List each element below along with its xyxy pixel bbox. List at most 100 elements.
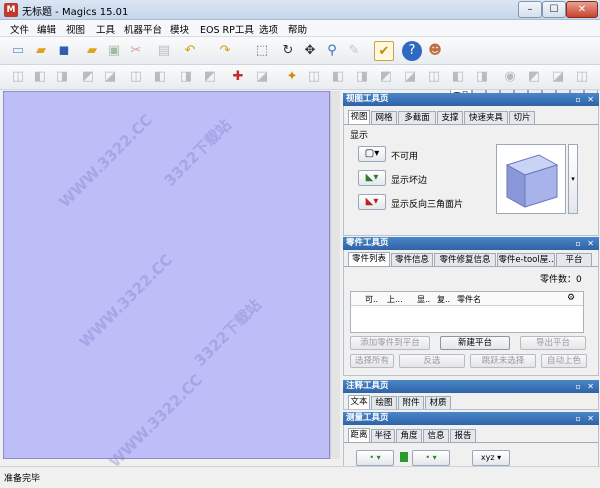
close-button[interactable]: ✕ (566, 1, 598, 18)
tool-slice-icon[interactable]: ◨ (472, 67, 492, 87)
point-mode-button-2[interactable]: • ▾ (412, 450, 450, 466)
menu-eos-rp-tools[interactable]: EOS RP工具 (200, 22, 254, 36)
column-part-name[interactable]: 零件名 (457, 294, 481, 305)
view-cube-dropdown[interactable]: ▾ (568, 144, 578, 214)
tab-attachment[interactable]: 附件 (398, 396, 424, 409)
table-settings-icon[interactable]: ⚙ (567, 293, 575, 303)
tool-split-icon[interactable]: ◪ (100, 67, 120, 87)
menu-options[interactable]: 选项 (259, 22, 278, 36)
tab-multi-section[interactable]: 多截面 (398, 111, 436, 124)
redo-icon[interactable]: ↷ (215, 41, 235, 61)
tab-quick-fixture[interactable]: 快速夹具 (464, 111, 508, 124)
menu-edit[interactable]: 编辑 (37, 22, 56, 36)
panel-pin-icon[interactable]: ▫ ✕ (575, 237, 596, 250)
tab-support[interactable]: 支撑 (437, 111, 463, 124)
tool-color-icon[interactable]: ◪ (548, 67, 568, 87)
tab-part-info[interactable]: 零件信息 (391, 253, 433, 266)
save-icon[interactable]: ◼ (54, 41, 74, 61)
tool-offset-icon[interactable]: ◧ (150, 67, 170, 87)
tool-hollow-icon[interactable]: ◫ (126, 67, 146, 87)
invert-selection-button[interactable]: 反选 (399, 354, 465, 368)
column-copy[interactable]: 复.. (437, 294, 450, 305)
zoom-icon[interactable]: ⚲ (322, 41, 342, 61)
tool-mirror-icon[interactable]: ◨ (176, 67, 196, 87)
tool-support-icon[interactable]: ◧ (448, 67, 468, 87)
rotate-icon[interactable]: ↻ (278, 41, 298, 61)
menu-modules[interactable]: 模块 (170, 22, 189, 36)
menu-machine-platform[interactable]: 机器平台 (124, 22, 162, 36)
tool-cut-icon[interactable]: ◩ (78, 67, 98, 87)
tab-part-list[interactable]: 零件列表 (348, 252, 390, 266)
inverted-triangle-icon[interactable]: ◣▾ (358, 194, 386, 210)
tab-info[interactable]: 信息 (423, 429, 449, 442)
3d-viewport[interactable]: WWW.3322.CC 3322下载站 WWW.3322.CC 3322下载站 … (3, 91, 330, 471)
tool-export-icon[interactable]: ◫ (572, 67, 592, 87)
panel-pin-icon[interactable]: ▫ ✕ (575, 412, 596, 425)
move-icon[interactable]: ✥ (300, 41, 320, 61)
new-icon[interactable]: ▭ (8, 41, 28, 61)
tab-platform[interactable]: 平台 (556, 253, 592, 266)
panel-pin-icon[interactable]: ▫ ✕ (575, 93, 596, 106)
xyz-mode-button[interactable]: xyz ▾ (472, 450, 510, 466)
tool-wizard-icon[interactable]: ✦ (282, 67, 302, 87)
column-color[interactable]: 上... (387, 294, 403, 305)
tab-radius[interactable]: 半径 (371, 429, 395, 442)
select-all-button[interactable]: 选择所有 (350, 354, 394, 368)
undo-icon[interactable]: ↶ (180, 41, 200, 61)
auto-color-button[interactable]: 自动上色 (541, 354, 587, 368)
skip-unselected-button[interactable]: 跳跃未选择 (470, 354, 536, 368)
view-cube[interactable] (496, 144, 566, 214)
menu-help[interactable]: 帮助 (288, 22, 307, 36)
maximize-button[interactable]: ☐ (542, 1, 566, 18)
tool-sphere-icon[interactable]: ◉ (500, 67, 520, 87)
minimize-button[interactable]: – (518, 1, 542, 18)
cut-icon[interactable]: ✂ (126, 41, 146, 61)
tool-add-icon[interactable]: ✚ (228, 67, 248, 87)
tab-part-etool[interactable]: 零件e-tool屋.. (497, 253, 555, 266)
tab-slice[interactable]: 切片 (509, 111, 535, 124)
tool-boolean-icon[interactable]: ◩ (200, 67, 220, 87)
bad-edge-icon[interactable]: ◣▾ (358, 170, 386, 186)
tool-translate-icon[interactable]: ◨ (352, 67, 372, 87)
tool-nest-icon[interactable]: ◫ (424, 67, 444, 87)
tab-angle[interactable]: 角度 (396, 429, 422, 442)
user-help-icon[interactable]: ☻ (425, 41, 445, 61)
tab-drawing[interactable]: 绘图 (371, 396, 397, 409)
tab-distance[interactable]: 距离 (348, 428, 370, 442)
measure-icon[interactable]: ✎ (344, 41, 364, 61)
checklist-icon[interactable]: ✔ (374, 41, 394, 61)
export-platform-button[interactable]: 导出平台 (520, 336, 586, 350)
open-icon[interactable]: ▰ (31, 41, 51, 61)
open-folder-icon[interactable]: ▰ (82, 41, 102, 61)
viewport-scrollbar[interactable] (330, 91, 340, 459)
select-icon[interactable]: ⬚ (252, 41, 272, 61)
tool-scale-icon[interactable]: ◧ (328, 67, 348, 87)
menu-file[interactable]: 文件 (10, 22, 29, 36)
tab-text[interactable]: 文本 (348, 395, 370, 409)
column-display[interactable]: 显.. (417, 294, 430, 305)
tool-reduce-icon[interactable]: ◪ (252, 67, 272, 87)
paste-icon[interactable]: ▤ (154, 41, 174, 61)
column-visible[interactable]: 可.. (365, 294, 378, 305)
tab-report[interactable]: 报告 (450, 429, 476, 442)
point-mode-button[interactable]: • ▾ (356, 450, 394, 466)
cube-outline-icon[interactable]: ▢▾ (358, 146, 386, 162)
tab-view[interactable]: 视图 (348, 110, 370, 124)
help-icon[interactable]: ? (402, 41, 422, 61)
menu-tools[interactable]: 工具 (96, 22, 115, 36)
tool-brush-icon[interactable]: ◩ (524, 67, 544, 87)
new-platform-button[interactable]: 新建平台 (440, 336, 510, 350)
tab-material[interactable]: 材质 (425, 396, 451, 409)
add-part-to-platform-button[interactable]: 添加零件到平台 (350, 336, 430, 350)
tool-shell-icon[interactable]: ◨ (52, 67, 72, 87)
tool-fix-icon[interactable]: ◧ (30, 67, 50, 87)
tool-cube-icon[interactable]: ◫ (8, 67, 28, 87)
panel-pin-icon[interactable]: ▫ ✕ (575, 380, 596, 393)
tab-mesh[interactable]: 网格 (371, 111, 397, 124)
tool-align-icon[interactable]: ◪ (400, 67, 420, 87)
tab-part-repair-info[interactable]: 零件修复信息 (434, 253, 496, 266)
parts-table[interactable]: 可.. 上... 显.. 复.. 零件名 ⚙ (350, 291, 584, 333)
print-icon[interactable]: ▣ (104, 41, 124, 61)
tool-rotate-part-icon[interactable]: ◩ (376, 67, 396, 87)
tool-label-icon[interactable]: ◫ (304, 67, 324, 87)
